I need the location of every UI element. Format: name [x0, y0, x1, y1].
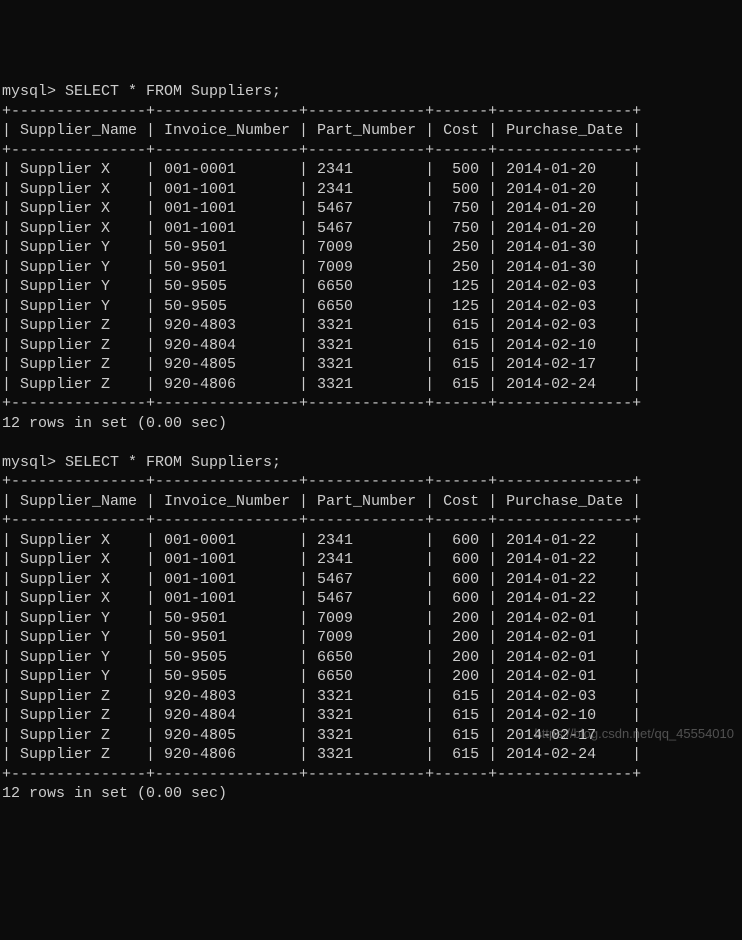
table-row: | Supplier Y | 50-9505 | 6650 | 125 | 20…: [2, 297, 740, 317]
table-row: | Supplier X | 001-1001 | 5467 | 600 | 2…: [2, 589, 740, 609]
sql-prompt-2: mysql> SELECT * FROM Suppliers;: [2, 453, 740, 473]
table-row: | Supplier Y | 50-9505 | 6650 | 200 | 20…: [2, 648, 740, 668]
table2-header: | Supplier_Name | Invoice_Number | Part_…: [2, 492, 740, 512]
blank-line: [2, 433, 740, 453]
table-row: | Supplier Z | 920-4806 | 3321 | 615 | 2…: [2, 375, 740, 395]
table1-border-bot: +---------------+----------------+------…: [2, 394, 740, 414]
table-row: | Supplier Z | 920-4803 | 3321 | 615 | 2…: [2, 687, 740, 707]
table-row: | Supplier Y | 50-9501 | 7009 | 250 | 20…: [2, 258, 740, 278]
table-row: | Supplier X | 001-1001 | 5467 | 750 | 2…: [2, 199, 740, 219]
table1-header: | Supplier_Name | Invoice_Number | Part_…: [2, 121, 740, 141]
table2-border-bot: +---------------+----------------+------…: [2, 765, 740, 785]
sql-prompt-1: mysql> SELECT * FROM Suppliers;: [2, 82, 740, 102]
table-row: | Supplier X | 001-1001 | 2341 | 500 | 2…: [2, 180, 740, 200]
table-row: | Supplier Y | 50-9501 | 7009 | 200 | 20…: [2, 628, 740, 648]
table-row: | Supplier X | 001-1001 | 5467 | 600 | 2…: [2, 570, 740, 590]
terminal-output: mysql> SELECT * FROM Suppliers;+--------…: [2, 82, 740, 804]
table2-footer: 12 rows in set (0.00 sec): [2, 784, 740, 804]
table-row: | Supplier Z | 920-4804 | 3321 | 615 | 2…: [2, 706, 740, 726]
table-row: | Supplier X | 001-1001 | 5467 | 750 | 2…: [2, 219, 740, 239]
table-row: | Supplier Y | 50-9505 | 6650 | 125 | 20…: [2, 277, 740, 297]
table1-border-top: +---------------+----------------+------…: [2, 102, 740, 122]
table1-border-mid: +---------------+----------------+------…: [2, 141, 740, 161]
watermark-text: https://blog.csdn.net/qq_45554010: [535, 726, 735, 743]
table-row: | Supplier Z | 920-4803 | 3321 | 615 | 2…: [2, 316, 740, 336]
table-row: | Supplier Y | 50-9501 | 7009 | 200 | 20…: [2, 609, 740, 629]
table-row: | Supplier Y | 50-9505 | 6650 | 200 | 20…: [2, 667, 740, 687]
table1-footer: 12 rows in set (0.00 sec): [2, 414, 740, 434]
table2-border-mid: +---------------+----------------+------…: [2, 511, 740, 531]
table-row: | Supplier Z | 920-4804 | 3321 | 615 | 2…: [2, 336, 740, 356]
table-row: | Supplier Z | 920-4805 | 3321 | 615 | 2…: [2, 355, 740, 375]
table-row: | Supplier X | 001-0001 | 2341 | 600 | 2…: [2, 531, 740, 551]
table-row: | Supplier X | 001-0001 | 2341 | 500 | 2…: [2, 160, 740, 180]
table-row: | Supplier X | 001-1001 | 2341 | 600 | 2…: [2, 550, 740, 570]
table-row: | Supplier Z | 920-4806 | 3321 | 615 | 2…: [2, 745, 740, 765]
table-row: | Supplier Y | 50-9501 | 7009 | 250 | 20…: [2, 238, 740, 258]
table2-border-top: +---------------+----------------+------…: [2, 472, 740, 492]
